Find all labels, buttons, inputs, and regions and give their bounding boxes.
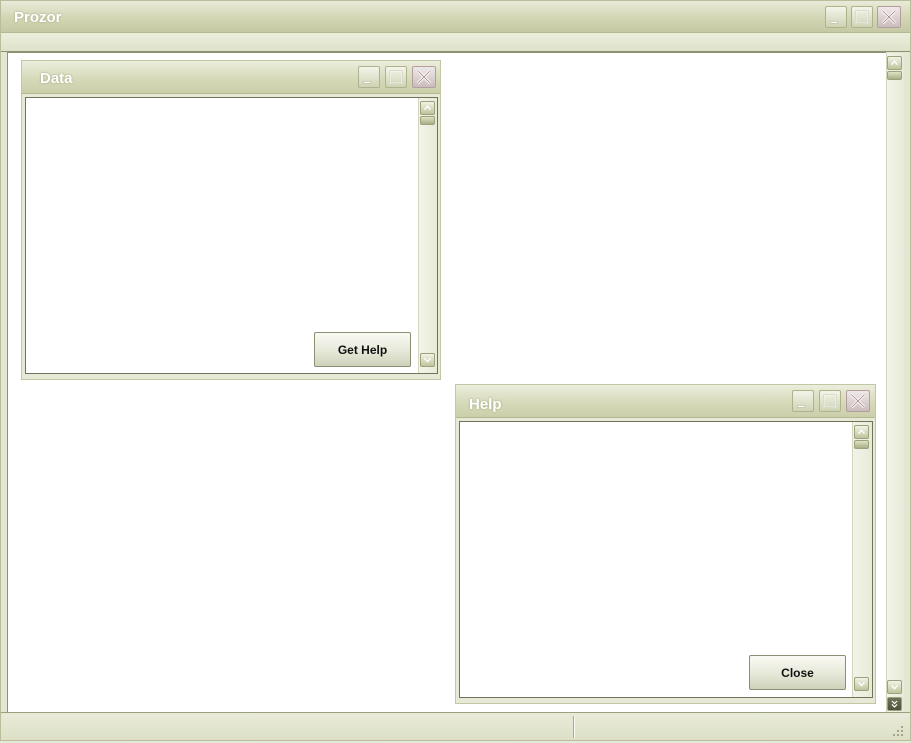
close-icon xyxy=(881,9,897,25)
minimize-icon xyxy=(797,405,806,408)
close-icon xyxy=(416,69,432,85)
maximize-icon xyxy=(388,69,404,85)
chevron-down-icon xyxy=(890,684,899,690)
chevron-up-icon xyxy=(423,105,432,111)
minimize-icon xyxy=(363,81,372,84)
resize-grip-icon[interactable] xyxy=(889,722,905,738)
main-close-button[interactable] xyxy=(877,6,901,28)
minimize-icon xyxy=(830,21,839,24)
chevron-down-icon xyxy=(857,681,866,687)
data-scroll-thumb[interactable] xyxy=(420,116,435,125)
main-scroll-end-button[interactable] xyxy=(887,697,902,711)
status-section-right xyxy=(575,716,885,738)
main-vertical-scrollbar[interactable] xyxy=(886,53,904,712)
help-frame-title: Help xyxy=(469,396,502,413)
main-maximize-button[interactable] xyxy=(851,6,873,28)
data-vertical-scrollbar[interactable] xyxy=(418,98,437,373)
data-minimize-button[interactable] xyxy=(358,66,380,88)
menu-bar xyxy=(1,33,910,52)
close-button[interactable]: Close xyxy=(749,655,846,690)
chevron-down-icon xyxy=(423,357,432,363)
main-scroll-down-button[interactable] xyxy=(887,680,902,694)
maximize-icon xyxy=(822,393,838,409)
main-scroll-up-button[interactable] xyxy=(887,56,902,70)
main-title-bar[interactable]: Prozor xyxy=(1,1,910,33)
data-scroll-down-button[interactable] xyxy=(420,353,435,367)
close-icon xyxy=(850,393,866,409)
help-scroll-up-button[interactable] xyxy=(854,425,869,439)
data-maximize-button[interactable] xyxy=(385,66,407,88)
help-minimize-button[interactable] xyxy=(792,390,814,412)
help-scroll-thumb[interactable] xyxy=(854,440,869,449)
data-close-button[interactable] xyxy=(412,66,436,88)
chevron-up-icon xyxy=(857,429,866,435)
help-scroll-down-button[interactable] xyxy=(854,677,869,691)
main-minimize-button[interactable] xyxy=(825,6,847,28)
get-help-button[interactable]: Get Help xyxy=(314,332,411,367)
help-close-button[interactable] xyxy=(846,390,870,412)
help-vertical-scrollbar[interactable] xyxy=(852,422,872,697)
data-scroll-up-button[interactable] xyxy=(420,101,435,115)
data-frame-title: Data xyxy=(40,70,73,87)
maximize-icon xyxy=(854,9,870,25)
help-maximize-button[interactable] xyxy=(819,390,841,412)
main-window-title: Prozor xyxy=(14,9,62,26)
chevron-up-icon xyxy=(890,60,899,66)
main-scroll-thumb[interactable] xyxy=(887,71,902,80)
double-chevron-down-icon xyxy=(891,700,898,708)
